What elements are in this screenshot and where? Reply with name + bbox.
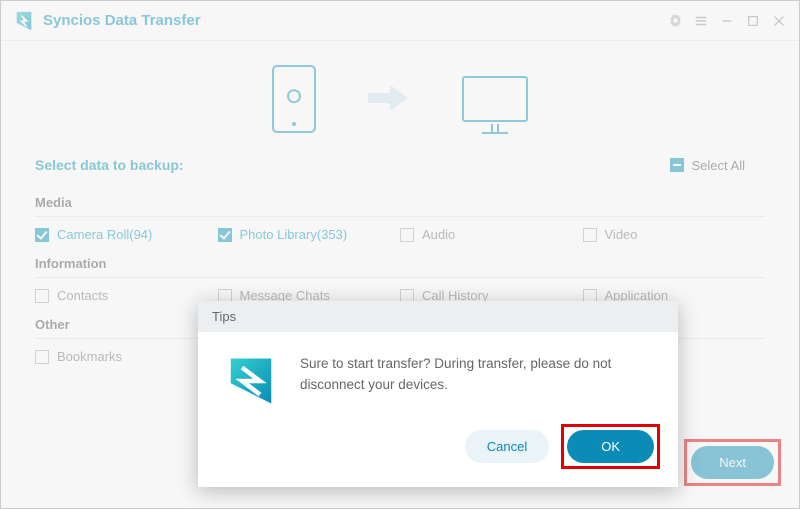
tips-dialog: Tips Sure to start transfer? During tran… [198, 301, 678, 487]
ok-button[interactable]: OK [567, 430, 654, 463]
dialog-logo-icon [224, 354, 278, 408]
cancel-button[interactable]: Cancel [465, 430, 549, 463]
ok-highlight: OK [561, 424, 660, 469]
dialog-body: Sure to start transfer? During transfer,… [198, 332, 678, 424]
dialog-message: Sure to start transfer? During transfer,… [300, 354, 652, 408]
app-window: Syncios Data Transfer Select data to bac… [0, 0, 800, 509]
dialog-title: Tips [198, 301, 678, 332]
dialog-footer: Cancel OK [198, 424, 678, 487]
